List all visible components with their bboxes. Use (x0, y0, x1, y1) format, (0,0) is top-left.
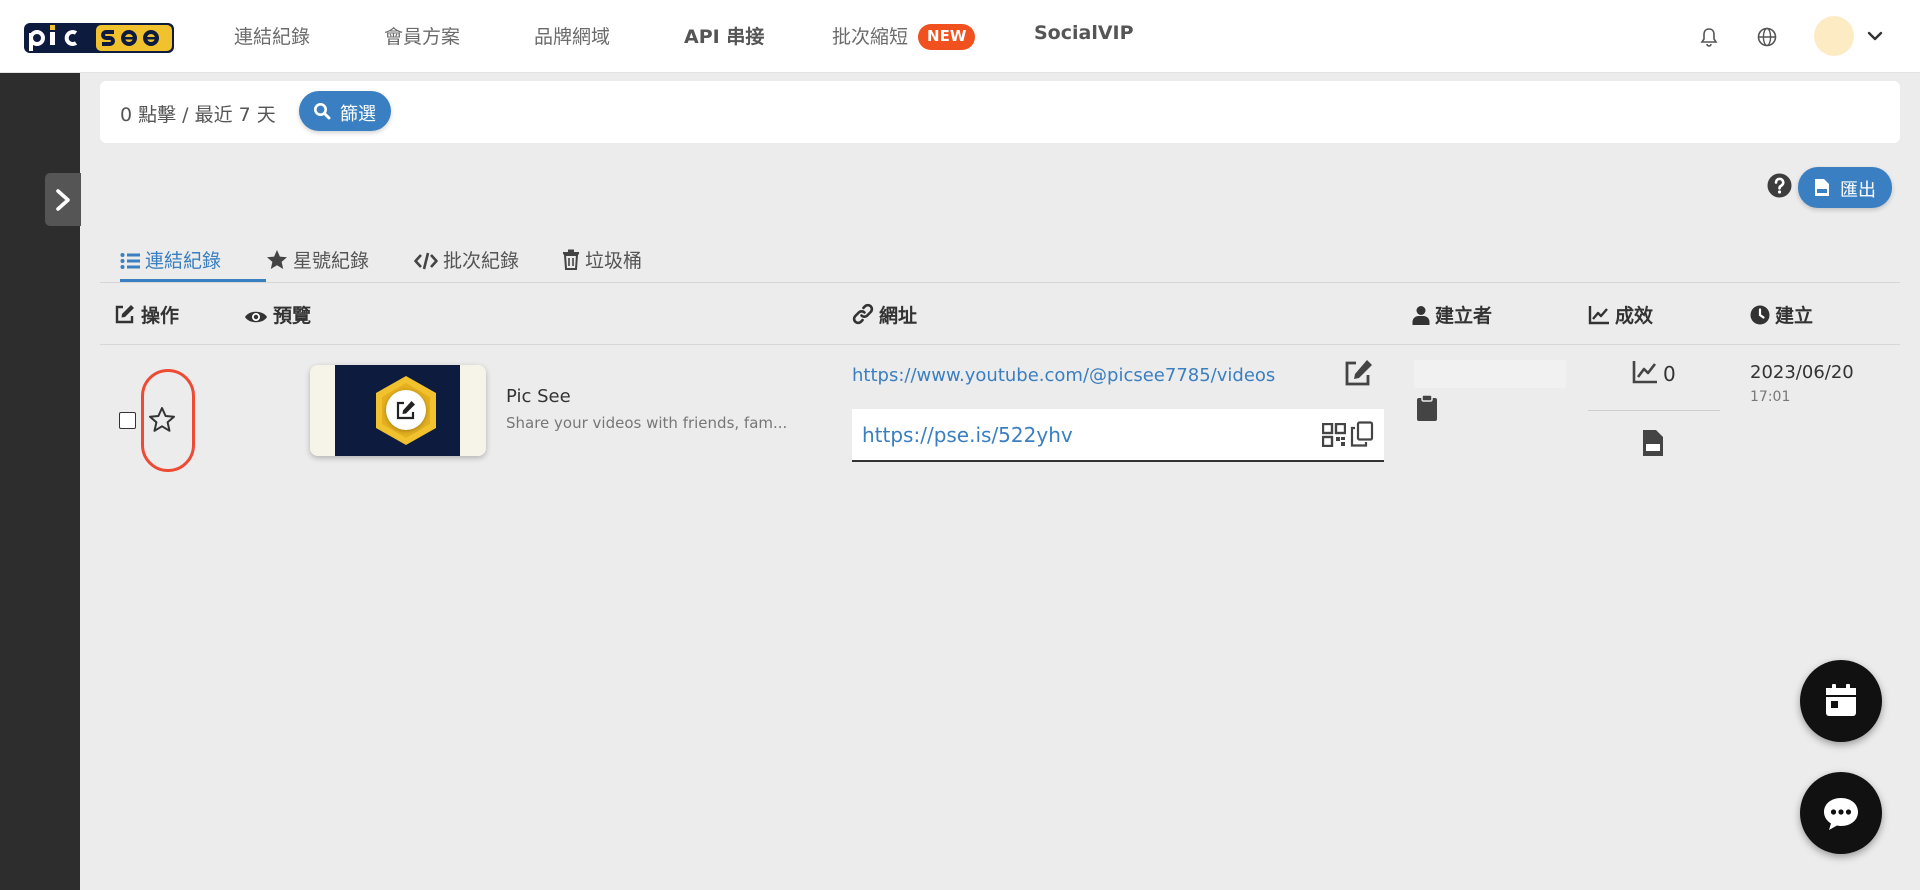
csv-file-icon[interactable] (1642, 429, 1664, 457)
column-action-label: 操作 (141, 305, 180, 327)
nav-link-brand-domain[interactable]: 品牌網域 (534, 22, 610, 49)
user-icon (1412, 306, 1430, 325)
bell-icon[interactable] (1698, 26, 1720, 48)
column-action: 操作 (114, 301, 179, 328)
left-sidebar (0, 73, 81, 890)
filter-button[interactable]: 篩選 (299, 91, 391, 131)
link-icon (852, 303, 874, 325)
chart-line-icon (1588, 306, 1609, 325)
help-icon[interactable] (1767, 173, 1792, 198)
eye-icon (245, 311, 267, 323)
created-date: 2023/06/20 (1750, 362, 1854, 383)
picsee-logo[interactable] (24, 19, 174, 53)
top-navigation: 連結紀錄 會員方案 品牌網域 API 串接 批次縮短 NEW SocialVIP (0, 0, 1920, 73)
tab-trash[interactable]: 垃圾桶 (562, 246, 642, 282)
created-time: 17:01 (1750, 389, 1791, 405)
star-filled-icon (267, 250, 287, 269)
filter-bar: 0 點擊 / 最近 7 天 篩選 (100, 81, 1900, 143)
link-title: Pic See (506, 386, 571, 407)
star-highlight-ring (141, 369, 195, 472)
column-performance-label: 成效 (1615, 305, 1654, 327)
column-performance: 成效 (1588, 301, 1653, 328)
clock-icon (1750, 305, 1770, 325)
new-badge: NEW (918, 24, 976, 50)
qrcode-icon[interactable] (1322, 423, 1346, 447)
tab-batch-records-label: 批次紀錄 (443, 250, 520, 272)
export-button[interactable]: 匯出 (1798, 167, 1892, 208)
tab-batch-records[interactable]: 批次紀錄 (414, 246, 519, 282)
copy-icon[interactable] (1350, 421, 1374, 447)
short-url[interactable]: https://pse.is/522yhv (862, 423, 1073, 447)
creator-name (1414, 360, 1566, 388)
nav-link-records[interactable]: 連結紀錄 (234, 22, 310, 49)
calendar-icon (1826, 684, 1856, 716)
filter-summary: 0 點擊 / 最近 7 天 (120, 104, 276, 126)
column-created: 建立 (1750, 301, 1813, 328)
original-url-link[interactable]: https://www.youtube.com/@picsee7785/vide… (852, 365, 1275, 386)
edit-preview-button[interactable] (386, 390, 426, 430)
user-avatar[interactable] (1814, 16, 1854, 56)
nav-link-socialvip[interactable]: SocialVIP (1034, 22, 1134, 44)
edit-icon (396, 401, 415, 420)
preview-thumbnail[interactable] (310, 365, 486, 456)
table-header: 操作 預覽 網址 建立者 成效 建立 (100, 283, 1900, 345)
short-url-field[interactable]: https://pse.is/522yhv (852, 409, 1384, 462)
chart-line-icon[interactable] (1632, 360, 1658, 384)
list-icon (120, 253, 140, 269)
chevron-right-icon (56, 189, 70, 211)
column-creator-label: 建立者 (1435, 305, 1493, 327)
export-button-label: 匯出 (1840, 180, 1876, 201)
csv-file-icon (1815, 179, 1829, 196)
column-url-label: 網址 (879, 305, 918, 327)
globe-icon[interactable] (1756, 26, 1778, 48)
record-tabs: 連結紀錄 星號紀錄 批次紀錄 垃圾桶 (100, 236, 1900, 283)
column-preview: 預覽 (244, 301, 311, 328)
nav-link-api[interactable]: API 串接 (684, 22, 764, 49)
clipboard-icon[interactable] (1416, 394, 1438, 422)
row-checkbox[interactable] (119, 412, 136, 429)
nav-link-plans[interactable]: 會員方案 (384, 22, 460, 49)
nav-link-batch-label: 批次縮短 (832, 26, 909, 48)
filter-button-label: 篩選 (340, 104, 376, 125)
calendar-button[interactable] (1800, 660, 1882, 742)
column-creator: 建立者 (1412, 301, 1492, 328)
column-url: 網址 (852, 301, 917, 328)
trash-icon (563, 249, 579, 270)
chat-bubble-icon (1824, 798, 1858, 830)
chevron-down-icon[interactable] (1866, 27, 1884, 45)
code-icon (414, 252, 438, 270)
sidebar-toggle-button[interactable] (45, 173, 81, 226)
tab-trash-label: 垃圾桶 (585, 250, 643, 272)
tab-link-records[interactable]: 連結紀錄 (120, 246, 266, 282)
nav-link-batch[interactable]: 批次縮短 NEW (832, 22, 976, 50)
tab-starred-records[interactable]: 星號紀錄 (266, 246, 369, 282)
tab-starred-records-label: 星號紀錄 (293, 250, 370, 272)
tab-link-records-label: 連結紀錄 (145, 250, 222, 272)
column-created-label: 建立 (1775, 305, 1814, 327)
chat-button[interactable] (1800, 772, 1882, 854)
edit-icon[interactable] (1344, 358, 1374, 388)
divider (1588, 410, 1720, 411)
search-icon (314, 103, 331, 120)
edit-icon (115, 305, 134, 324)
column-preview-label: 預覽 (273, 305, 312, 327)
link-description: Share your videos with friends, fam... (506, 414, 788, 432)
click-count: 0 (1663, 362, 1676, 386)
